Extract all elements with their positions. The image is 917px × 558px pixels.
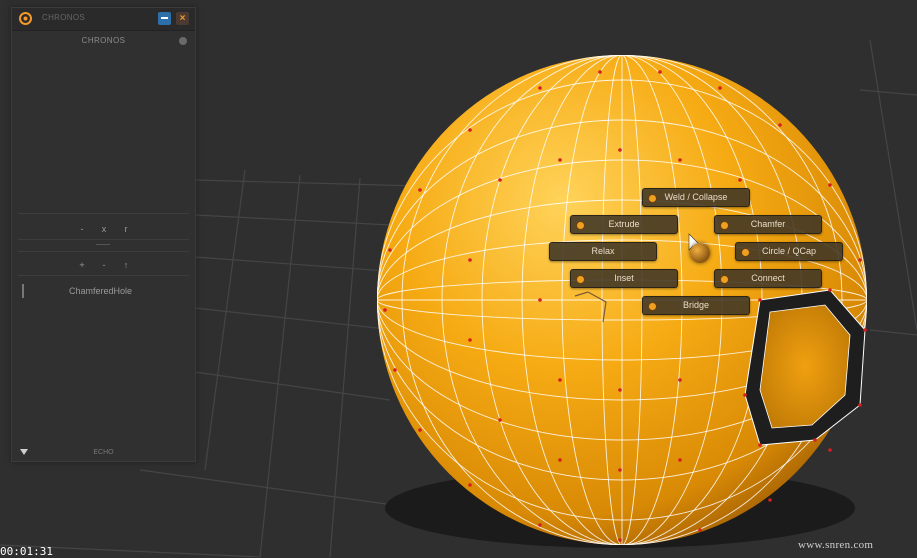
menu-item-bridge[interactable]: Bridge — [642, 296, 750, 315]
menu-item-label: Connect — [751, 273, 785, 283]
move-up-button[interactable]: ↑ — [120, 260, 132, 270]
menu-item-inset[interactable]: Inset — [570, 269, 678, 288]
status-indicator[interactable] — [179, 37, 187, 45]
menu-item-label: Weld / Collapse — [664, 192, 728, 202]
add-button[interactable]: + — [76, 260, 88, 270]
panel-header-label: CHRONOS — [81, 36, 126, 45]
menu-item-circle-qcap[interactable]: Circle / QCap — [735, 242, 843, 261]
divider — [18, 251, 189, 252]
menu-item-label: Relax — [591, 246, 615, 256]
menu-item-label: Bridge — [682, 300, 709, 310]
circle-qcap-icon — [741, 248, 750, 257]
menu-item-label: Extrude — [608, 219, 640, 229]
divider — [18, 275, 189, 276]
close-button[interactable]: × — [176, 12, 189, 25]
chronos-logo-icon — [19, 12, 32, 25]
history-item[interactable]: ChamferedHole — [69, 286, 132, 296]
menu-item-label: Chamfer — [750, 219, 786, 229]
chamfer-icon — [720, 221, 729, 230]
clear-button[interactable]: x — [98, 224, 110, 234]
menu-item-extrude[interactable]: Extrude — [570, 215, 678, 234]
menu-center-orb — [690, 243, 710, 263]
inset-icon — [576, 275, 585, 284]
window-title: CHRONOS — [42, 13, 85, 22]
menu-item-chamfer[interactable]: Chamfer — [714, 215, 822, 234]
echo-label: ECHO — [93, 449, 114, 456]
bridge-icon — [648, 302, 657, 311]
close-icon: × — [179, 13, 186, 24]
divider — [18, 213, 189, 214]
minimize-icon — [161, 17, 168, 20]
menu-item-relax[interactable]: Relax — [549, 242, 657, 261]
minimize-button[interactable] — [158, 12, 171, 25]
video-timestamp: 00:01:31 — [0, 545, 53, 558]
subtract-button[interactable]: - — [98, 260, 110, 270]
remove-button[interactable]: - — [76, 224, 88, 234]
extrude-icon — [576, 221, 585, 230]
chamfered-hole — [744, 289, 866, 446]
menu-item-weld-collapse[interactable]: Weld / Collapse — [642, 188, 750, 207]
weld-collapse-icon — [648, 194, 657, 203]
divider — [18, 239, 189, 240]
reset-button[interactable]: r — [120, 224, 132, 234]
splitter-handle[interactable] — [96, 244, 110, 245]
menu-item-label: Inset — [614, 273, 634, 283]
menu-item-label: Circle / QCap — [761, 246, 816, 256]
chronos-panel: CHRONOS × CHRONOS - x r + - ↑ ChamferedH… — [11, 7, 196, 462]
history-item-marker — [22, 284, 24, 298]
panel-titlebar[interactable]: CHRONOS × — [12, 8, 195, 31]
menu-item-connect[interactable]: Connect — [714, 269, 822, 288]
watermark: www.snren.com — [798, 539, 874, 551]
connect-icon — [720, 275, 729, 284]
